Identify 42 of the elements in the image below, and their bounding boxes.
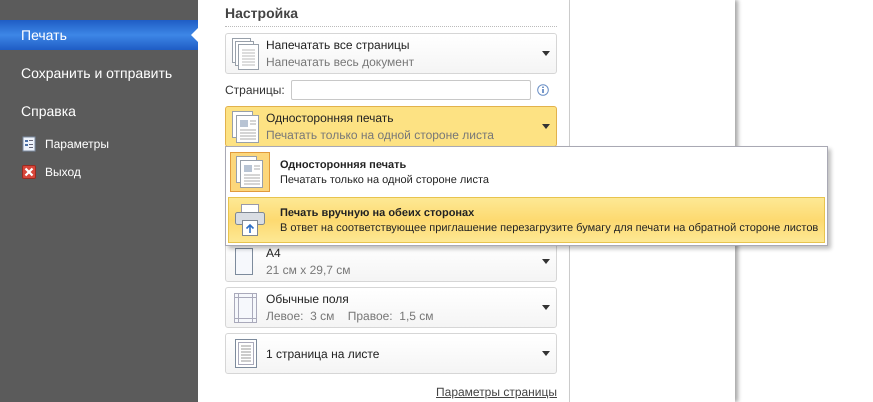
caret-icon [542,259,550,264]
sidebar-item[interactable]: Параметры [0,130,198,158]
dropdown-subtitle: 21 см x 29,7 см [266,263,352,277]
menu-item-description: Печатать только на одной стороне листа [280,174,490,186]
sidebar-item[interactable]: Выход [0,158,198,186]
settings-dropdown[interactable]: 1 страница на листе [225,333,557,374]
section-heading: Настройка [225,5,300,21]
dropdown-subtitle: Левое: 3 см Правое: 1,5 см [266,309,435,323]
dropdown-subtitle: Напечатать весь документ [266,55,416,69]
close-icon [22,165,36,179]
menu-item-title: Печать вручную на обеих сторонах [280,206,476,218]
dropdown-subtitle: Печатать только на одной стороне листа [266,128,495,142]
page-stack-icon [235,155,265,189]
dropdown-title: Односторонняя печать [266,111,395,125]
dropdown-title: Напечатать все страницы [266,38,411,52]
sidebar-item-label: Параметры [45,137,109,151]
menu-item-description: В ответ на соответствующее приглашение перезагрузите бумагу для печати на обратной стороне листов [280,222,818,234]
page-stack-icon [231,110,261,144]
document-list-icon [22,136,36,152]
field-label: Страницы: [225,83,285,97]
dropdown-title: Обычные поля [266,292,350,306]
caret-icon [542,124,550,129]
pages-input[interactable] [290,80,531,100]
caret-icon [542,305,550,310]
dropdown-title: A4 [266,246,282,260]
menu-item[interactable]: Печать вручную на обеих сторонах В ответ на соответствующее приглашение перезагрузите бумагу для печати на обратной стороне листов [228,197,826,243]
sidebar-item-label: Выход [45,165,81,179]
caret-icon [542,351,550,356]
info-icon [536,84,549,96]
dropdown-title: 1 страница на листе [266,346,380,360]
page-setup-link[interactable]: Параметры страницы [436,385,557,399]
sidebar-item[interactable]: Печать [0,20,198,50]
settings-dropdown[interactable]: Обычные поля Левое: 3 см Правое: 1,5 см [225,287,557,328]
printer-icon [234,203,266,237]
settings-dropdown[interactable]: Напечатать все страницы Напечатать весь документ [225,33,557,74]
sidebar-item[interactable]: Справка [0,92,198,130]
settings-dropdown[interactable]: Односторонняя печать Печатать только на одной стороне листа [225,106,557,147]
menu-item-title: Односторонняя печать [280,158,408,170]
menu-item[interactable]: Односторонняя печать Печатать только на одной стороне листа [228,149,826,195]
sidebar-item[interactable]: Сохранить и отправить [0,54,198,92]
pages-stack-icon [231,36,261,70]
caret-icon [542,51,550,56]
